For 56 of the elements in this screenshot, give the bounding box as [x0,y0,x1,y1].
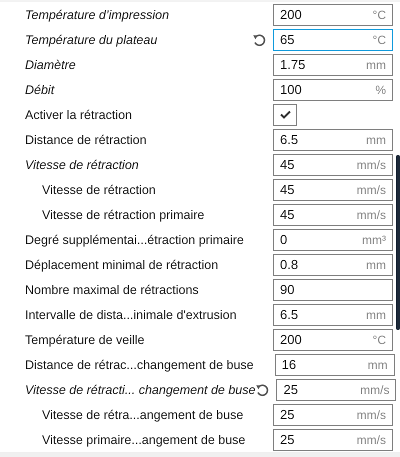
setting-label: Activer la rétraction [25,108,132,122]
setting-label: Vitesse de rétraction [25,158,139,172]
unit-label: mm/s [356,182,386,196]
setting-label: Distance de rétrac...changement de buse [25,358,254,372]
checkbox[interactable] [273,104,297,126]
input-field[interactable]: 45 mm/s [273,204,393,226]
unit-label: mm [368,358,388,372]
unit-label: mm/s [356,432,386,446]
input-field[interactable]: 200 °C [273,328,393,350]
setting-label: Vitesse primaire...angement de buse [42,432,246,446]
unit-label: mm [366,132,386,146]
unit-label: °C [372,32,386,46]
setting-label: Température d’impression [25,8,170,22]
input-field[interactable]: 90 [273,278,393,300]
unit-label: mm [366,58,386,72]
input-field[interactable]: 6.5 mm [273,304,393,326]
reset-icon[interactable] [255,382,270,396]
unit-label: mm [366,258,386,272]
setting-label: Vitesse de rétraction [42,182,156,196]
input-field[interactable]: 0 mm³ [273,228,393,250]
input-field[interactable]: 6.5 mm [273,128,393,150]
input-field[interactable]: 45 mm/s [273,154,393,176]
unit-label: mm³ [362,232,386,246]
input-field[interactable]: 45 mm/s [273,178,393,200]
unit-label: mm/s [360,382,390,396]
unit-label: % [375,82,386,96]
input-field[interactable]: 200 °C [273,4,393,26]
setting-label: Température de veille [25,332,145,346]
unit-label: mm/s [356,158,386,172]
setting-label: Déplacement minimal de rétraction [25,258,218,272]
check-icon [280,110,290,119]
unit-label: °C [372,332,386,346]
unit-label: mm/s [356,208,386,222]
unit-label: °C [372,8,386,22]
setting-label: Température du plateau [25,32,158,46]
input-field[interactable]: 65 °C [273,28,393,50]
input-field[interactable]: 100 % [273,78,393,100]
input-field[interactable]: 25 mm/s [273,404,393,426]
unit-label: mm/s [356,408,386,422]
setting-label: Distance de rétraction [25,132,147,146]
setting-label: Diamètre [25,58,76,72]
setting-label: Débit [25,82,54,96]
reset-icon[interactable] [252,32,266,46]
setting-label: Vitesse de rétraction primaire [42,208,204,222]
input-field[interactable]: 1.75 mm [273,54,393,76]
input-field[interactable]: 0.8 mm [273,254,393,276]
input-field[interactable]: 16 mm [274,354,395,376]
setting-label: Intervalle de dista...inimale d'extrusion [25,308,237,322]
unit-label: mm [366,308,386,322]
input-field[interactable]: 25 mm/s [276,378,396,400]
setting-label: Degré supplémentai...étraction primaire [25,232,244,246]
setting-label: Vitesse de rétra...angement de buse [42,408,244,422]
input-field[interactable]: 25 mm/s [273,428,393,450]
setting-label: Vitesse de rétracti... changement de buse [25,382,256,396]
setting-label: Nombre maximal de rétractions [25,282,199,296]
scrollbar[interactable] [396,155,400,330]
